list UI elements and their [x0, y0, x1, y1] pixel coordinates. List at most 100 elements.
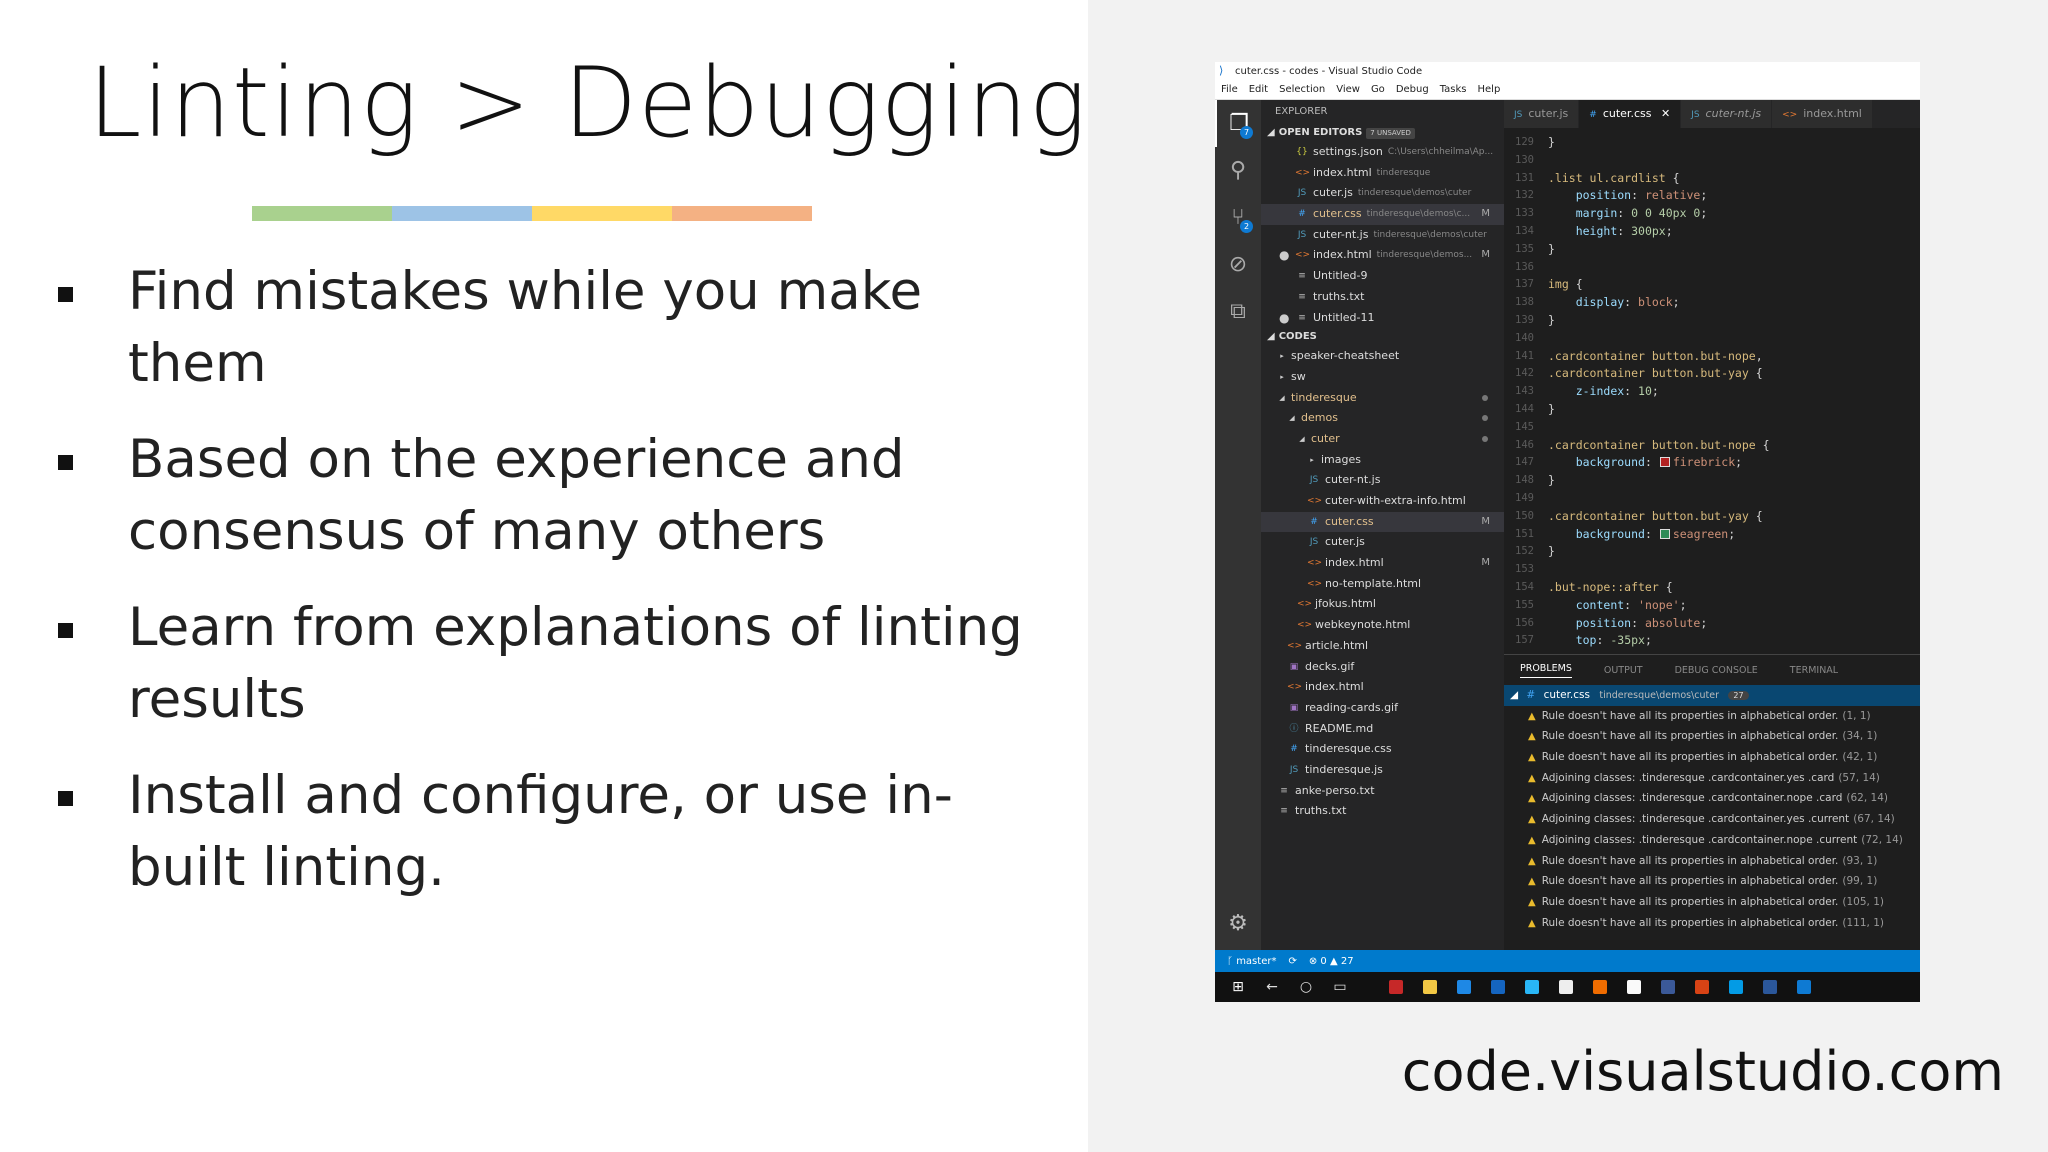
- explorer-icon[interactable]: ❐ 7: [1215, 100, 1261, 147]
- line-text: content: 'nope';: [1575, 597, 1687, 612]
- tree-item[interactable]: JS cuter.js: [1261, 532, 1504, 553]
- taskbar-powerpoint-icon[interactable]: [1685, 972, 1719, 1002]
- tree-item[interactable]: <> index.html M: [1261, 553, 1504, 574]
- taskbar-github-icon[interactable]: [1549, 972, 1583, 1002]
- code-editor[interactable]: 129} 130 131 .list ul.cardlist {132 positi…: [1504, 128, 1920, 654]
- problem-item[interactable]: ▲ Rule doesn't have all its properties in…: [1504, 747, 1920, 768]
- taskbar-edge-icon[interactable]: [1447, 972, 1481, 1002]
- search-icon[interactable]: ⚲: [1215, 147, 1261, 194]
- tree-item[interactable]: ≡ anke-perso.txt: [1261, 781, 1504, 802]
- open-editor-item[interactable]: ≡ Untitled-9: [1261, 266, 1504, 287]
- line-number: 146: [1515, 438, 1534, 451]
- line-number: 135: [1515, 242, 1534, 255]
- git-branch[interactable]: ᚴ master*: [1227, 956, 1276, 967]
- tree-item[interactable]: ◢ tinderesque: [1261, 388, 1504, 409]
- taskbar-vscode-icon[interactable]: [1787, 972, 1821, 1002]
- folder-section[interactable]: ◢ CODES: [1261, 328, 1504, 346]
- tree-item[interactable]: ▸ speaker-cheatsheet: [1261, 346, 1504, 367]
- problem-item[interactable]: ▲ Rule doesn't have all its properties in…: [1504, 726, 1920, 747]
- taskbar-outlook-icon[interactable]: [1481, 972, 1515, 1002]
- tree-item[interactable]: ▣ decks.gif: [1261, 657, 1504, 678]
- open-editor-item[interactable]: JS cuter-nt.js tinderesque\demos\cuter: [1261, 225, 1504, 246]
- open-editor-item[interactable]: ● <> index.html tinderesque\demos... M: [1261, 245, 1504, 266]
- extensions-icon[interactable]: ⧉: [1215, 288, 1261, 335]
- warning-icon: ▲: [1528, 876, 1536, 888]
- editor-tab[interactable]: JS cuter-nt.js: [1681, 100, 1773, 128]
- panel-tab-debug-console[interactable]: DEBUG CONSOLE: [1675, 665, 1758, 676]
- debug-icon[interactable]: ⊘: [1215, 241, 1261, 288]
- menu-item-file[interactable]: File: [1221, 84, 1238, 95]
- taskbar-word-icon[interactable]: [1753, 972, 1787, 1002]
- sync-icon[interactable]: ⟳: [1288, 956, 1296, 967]
- line-text: [1548, 419, 1555, 437]
- menu-item-go[interactable]: Go: [1371, 84, 1385, 95]
- menu-item-view[interactable]: View: [1336, 84, 1360, 95]
- close-icon[interactable]: ✕: [1657, 107, 1670, 120]
- problem-position: (57, 14): [1838, 771, 1880, 784]
- menu-item-tasks[interactable]: Tasks: [1440, 84, 1467, 95]
- menu-item-debug[interactable]: Debug: [1396, 84, 1429, 95]
- taskbar-skype-icon[interactable]: [1515, 972, 1549, 1002]
- file-type-icon: ▣: [1289, 702, 1299, 713]
- tree-item[interactable]: <> webkeynote.html: [1261, 615, 1504, 636]
- problem-item[interactable]: ▲ Adjoining classes: .tinderesque .cardco…: [1504, 768, 1920, 789]
- cortana-icon[interactable]: ○: [1289, 972, 1323, 1002]
- taskbar-folder-icon[interactable]: [1413, 972, 1447, 1002]
- open-editors-section[interactable]: ◢ OPEN EDITORS 7 UNSAVED: [1261, 124, 1504, 142]
- problems-file-path: tinderesque\demos\cuter: [1599, 690, 1720, 701]
- tree-item[interactable]: <> cuter-with-extra-info.html: [1261, 491, 1504, 512]
- tree-item[interactable]: ◢ cuter: [1261, 429, 1504, 450]
- menu-item-edit[interactable]: Edit: [1249, 84, 1268, 95]
- panel-tab-output[interactable]: OUTPUT: [1604, 665, 1643, 676]
- editor-tab[interactable]: <> index.html: [1772, 100, 1873, 128]
- tree-item[interactable]: ≡ truths.txt: [1261, 801, 1504, 822]
- back-arrow-icon[interactable]: ←: [1255, 972, 1289, 1002]
- editor-tab[interactable]: JS cuter.js: [1504, 100, 1580, 128]
- source-control-icon[interactable]: ⑂ 2: [1215, 194, 1261, 241]
- open-editor-item[interactable]: ● ≡ Untitled-11: [1261, 308, 1504, 329]
- tree-item[interactable]: <> no-template.html: [1261, 574, 1504, 595]
- problem-item[interactable]: ▲ Rule doesn't have all its properties in…: [1504, 871, 1920, 892]
- menu-item-help[interactable]: Help: [1478, 84, 1501, 95]
- taskbar-flag-icon[interactable]: [1379, 972, 1413, 1002]
- tree-item[interactable]: ⓘ README.md: [1261, 719, 1504, 740]
- tree-item[interactable]: # cuter.css M: [1261, 511, 1504, 533]
- file-type-icon: {}: [1296, 147, 1308, 157]
- panel-tab-terminal[interactable]: TERMINAL: [1790, 665, 1838, 676]
- problems-summary[interactable]: ⊗ 0 ▲ 27: [1309, 956, 1354, 967]
- problem-item[interactable]: ▲ Rule doesn't have all its properties in…: [1504, 913, 1920, 934]
- task-view-icon[interactable]: ▭: [1323, 972, 1357, 1002]
- problems-file-row[interactable]: ◢ # cuter.css tinderesque\demos\cuter 27: [1504, 685, 1920, 706]
- open-editor-item[interactable]: {} settings.json C:\Users\chheilma\Ap...: [1261, 142, 1504, 163]
- open-editor-item[interactable]: JS cuter.js tinderesque\demos\cuter: [1261, 183, 1504, 204]
- tree-item[interactable]: # tinderesque.css: [1261, 739, 1504, 760]
- tree-item[interactable]: JS tinderesque.js: [1261, 760, 1504, 781]
- open-editor-item[interactable]: ≡ truths.txt: [1261, 287, 1504, 308]
- problem-item[interactable]: ▲ Adjoining classes: .tinderesque .cardco…: [1504, 830, 1920, 851]
- menu-item-selection[interactable]: Selection: [1279, 84, 1325, 95]
- panel-tab-problems[interactable]: PROBLEMS: [1520, 663, 1572, 678]
- tree-item[interactable]: ◢ demos: [1261, 408, 1504, 429]
- problem-item[interactable]: ▲ Rule doesn't have all its properties in…: [1504, 706, 1920, 727]
- settings-gear-icon[interactable]: ⚙: [1215, 911, 1261, 936]
- windows-start-icon[interactable]: ⊞: [1221, 972, 1255, 1002]
- taskbar-hub-icon[interactable]: [1617, 972, 1651, 1002]
- tree-item[interactable]: <> index.html: [1261, 677, 1504, 698]
- problem-item[interactable]: ▲ Rule doesn't have all its properties in…: [1504, 851, 1920, 872]
- app-glyph: [1491, 980, 1505, 994]
- problem-item[interactable]: ▲ Adjoining classes: .tinderesque .cardco…: [1504, 788, 1920, 809]
- taskbar-firefox-icon[interactable]: [1583, 972, 1617, 1002]
- tree-item[interactable]: ▸ images: [1261, 450, 1504, 471]
- tree-item[interactable]: <> article.html: [1261, 636, 1504, 657]
- problem-item[interactable]: ▲ Rule doesn't have all its properties in…: [1504, 892, 1920, 913]
- tree-item[interactable]: ▣ reading-cards.gif: [1261, 698, 1504, 719]
- tree-item[interactable]: <> jfokus.html: [1261, 594, 1504, 615]
- problem-item[interactable]: ▲ Adjoining classes: .tinderesque .cardco…: [1504, 809, 1920, 830]
- tree-item[interactable]: ▸ sw: [1261, 367, 1504, 388]
- taskbar-facebook-icon[interactable]: [1651, 972, 1685, 1002]
- taskbar-app-blue-icon[interactable]: [1719, 972, 1753, 1002]
- open-editor-item[interactable]: <> index.html tinderesque: [1261, 163, 1504, 184]
- editor-tab[interactable]: # cuter.css ✕: [1579, 100, 1682, 128]
- tree-item[interactable]: JS cuter-nt.js: [1261, 470, 1504, 491]
- open-editor-item[interactable]: # cuter.css tinderesque\demos\c... M: [1261, 204, 1504, 225]
